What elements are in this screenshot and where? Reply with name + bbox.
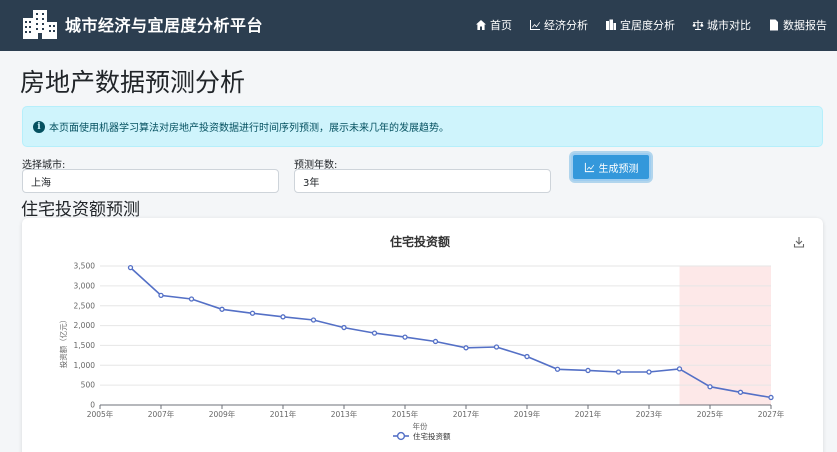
data-point [341, 324, 347, 331]
x-tick-label: 2019年 [514, 409, 541, 419]
data-point [310, 317, 317, 323]
chart-line-icon [530, 20, 540, 30]
building-icon [606, 19, 616, 30]
y-tick-label: 2,500 [74, 301, 96, 310]
line-chart: 住宅投资额 0 500 1,000 1,500 2,000 2,500 3,000 3,500… [58, 234, 806, 441]
nav-item-home[interactable]: 首页 [475, 17, 512, 33]
data-point [188, 296, 195, 302]
data-point [646, 369, 652, 375]
y-tick-label: 500 [81, 381, 96, 390]
nav-item-livability[interactable]: 宜居度分析 [605, 17, 675, 33]
y-tick-label: 3,000 [74, 281, 96, 290]
nav-item-reports[interactable]: 数据报告 [768, 17, 827, 33]
x-tick-label: 2009年 [209, 409, 236, 419]
brand[interactable]: 城市经济与宜居度分析平台 [22, 9, 263, 39]
page-title: 房地产数据预测分析 [20, 68, 246, 97]
info-alert: i 本页面使用机器学习算法对房地产投资数据进行时间序列预测，展示未来几年的发展趋… [22, 106, 823, 147]
y-axis-label: 投资额（亿元） [58, 316, 68, 369]
data-point [219, 306, 225, 312]
nav-item-label: 经济分析 [544, 19, 588, 32]
balance-scale-icon [692, 20, 704, 30]
download-icon[interactable] [792, 235, 806, 249]
years-select[interactable] [294, 169, 551, 193]
x-tick-label: 2017年 [453, 409, 480, 419]
generate-forecast-label: 生成预测 [598, 163, 639, 175]
data-point [280, 314, 286, 320]
chart-line-icon [584, 162, 594, 172]
data-point [402, 334, 408, 340]
x-tick-label: 2011年 [270, 409, 297, 419]
data-point [158, 292, 164, 299]
section-title: 住宅投资额预测 [21, 200, 140, 220]
legend-label: 住宅投资额 [413, 431, 451, 441]
nav-item-label: 首页 [490, 19, 512, 32]
data-point [615, 369, 622, 375]
x-axis-label: 年份 [413, 421, 428, 431]
x-tick-label: 2025年 [697, 409, 724, 419]
y-tick-label: 1,500 [74, 341, 96, 350]
navbar: 城市经济与宜居度分析平台 首页 经济分析 宜居度分析 城市对比 数据报告 [0, 0, 837, 51]
x-tick-label: 2007年 [148, 409, 175, 419]
nav-item-label: 宜居度分析 [620, 19, 675, 32]
nav-item-label: 数据报告 [783, 19, 827, 32]
data-point [768, 394, 774, 401]
data-point [585, 367, 591, 374]
x-tick-label: 2015年 [392, 409, 419, 419]
city-select[interactable] [22, 169, 279, 193]
file-icon [770, 19, 778, 31]
nav-item-economy[interactable]: 经济分析 [529, 17, 588, 33]
series-line [129, 267, 772, 399]
nav-item-label: 城市对比 [707, 19, 751, 32]
data-point [707, 384, 713, 390]
data-point [554, 366, 561, 372]
info-icon: i [33, 120, 45, 133]
forecast-region [679, 266, 771, 405]
y-tick-label: 3,500 [74, 262, 96, 271]
y-tick-label: 2,000 [74, 321, 96, 330]
y-tick-label: 0 [90, 401, 95, 410]
y-tick-label: 1,000 [74, 361, 96, 370]
data-point [493, 344, 500, 350]
data-point [127, 264, 134, 271]
city-icon [23, 10, 57, 39]
chart-title: 住宅投资额 [390, 234, 450, 249]
home-icon [476, 20, 486, 30]
info-text: 本页面使用机器学习算法对房地产投资数据进行时间序列预测，展示未来几年的发展趋势。 [49, 123, 449, 134]
data-point [524, 353, 530, 360]
nav-menu: 首页 经济分析 宜居度分析 城市对比 数据报告 [458, 17, 827, 33]
data-point [676, 366, 683, 372]
x-tick-label: 2021年 [575, 409, 602, 419]
chart-legend[interactable]: 住宅投资额 [393, 431, 451, 441]
x-tick-label: 2023年 [636, 409, 663, 419]
chart-card: 住宅投资额 0 500 1,000 1,500 2,000 2,500 3,000 3,500… [22, 218, 823, 452]
data-point [463, 345, 469, 351]
legend-marker [396, 431, 406, 441]
x-tick-label: 2013年 [331, 409, 358, 419]
generate-forecast-button[interactable]: 生成预测 [571, 153, 651, 181]
x-tick-label: 2005年 [87, 409, 114, 419]
x-tick-label: 2027年 [758, 409, 785, 419]
nav-item-compare[interactable]: 城市对比 [692, 17, 751, 33]
data-point [737, 389, 744, 395]
data-point [371, 330, 378, 336]
brand-title: 城市经济与宜居度分析平台 [65, 16, 264, 35]
data-point [249, 310, 256, 316]
data-point [432, 338, 439, 345]
